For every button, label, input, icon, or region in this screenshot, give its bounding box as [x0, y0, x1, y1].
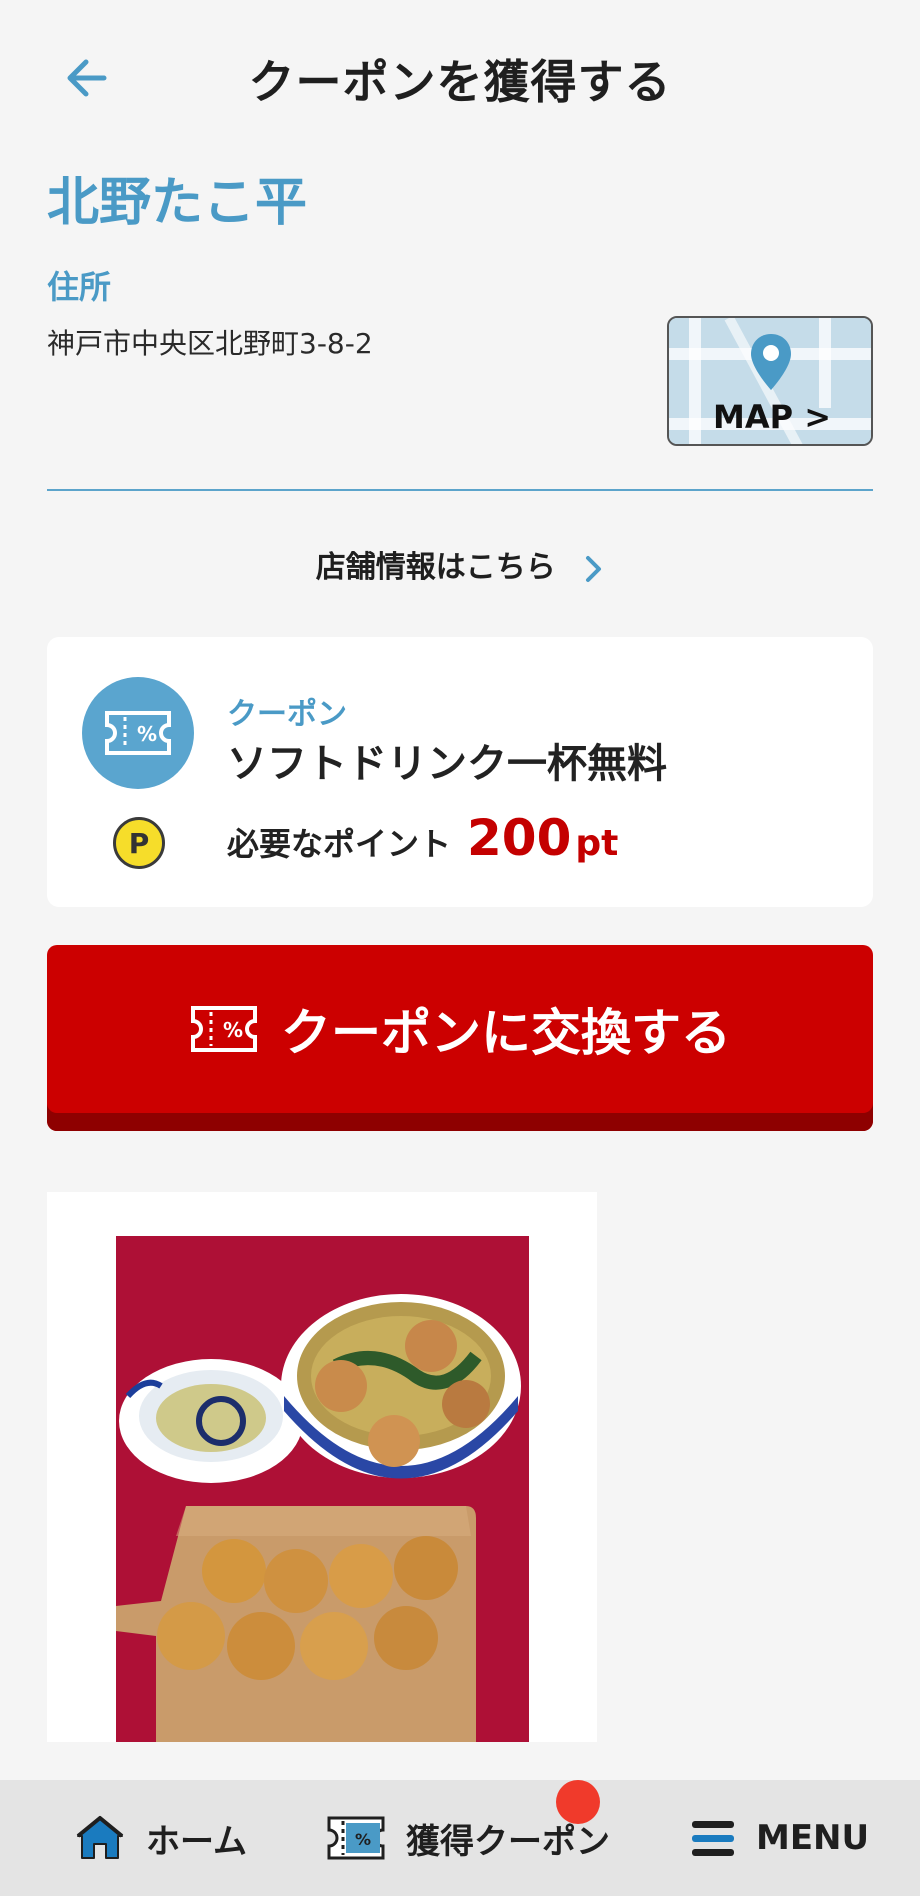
required-points: 必要なポイント 200 pt — [227, 809, 618, 867]
exchange-button-label: クーポンに交換する — [281, 1004, 731, 1062]
store-info-link[interactable]: 店舗情報はこちら — [0, 542, 920, 586]
chevron-right-icon — [586, 555, 602, 582]
coupon-ticket-icon: % — [327, 1816, 385, 1860]
hamburger-icon — [692, 1821, 734, 1856]
coupon-name: ソフトドリンク一杯無料 — [227, 741, 667, 787]
coupon-ticket-icon: % — [191, 1006, 257, 1052]
coupon-type-label: クーポン — [227, 697, 347, 732]
map-pin-icon — [751, 334, 791, 390]
point-unit: pt — [575, 823, 619, 864]
coupon-card: % クーポン ソフトドリンク一杯無料 P 必要なポイント 200 pt — [47, 637, 873, 907]
notification-badge — [556, 1780, 600, 1824]
store-info-label: 店舗情報はこちら — [315, 550, 556, 585]
divider — [47, 489, 873, 491]
address-label: 住所 — [47, 268, 112, 306]
tab-home-label: ホーム — [146, 1821, 247, 1862]
tab-home[interactable]: ホーム — [74, 1780, 247, 1896]
store-name: 北野たこ平 — [47, 173, 308, 233]
exchange-coupon-button[interactable]: % クーポンに交換する — [47, 945, 873, 1131]
store-photo — [116, 1236, 529, 1742]
takoyaki-photo-image — [116, 1236, 529, 1742]
svg-text:%: % — [137, 722, 157, 746]
address-value: 神戸市中央区北野町3-8-2 — [47, 327, 373, 360]
map-label: MAP > — [712, 398, 831, 436]
svg-text:%: % — [223, 1018, 243, 1042]
page-title: クーポンを獲得する — [248, 55, 672, 109]
tab-menu-label: MENU — [756, 1818, 870, 1858]
store-photo-frame — [47, 1192, 597, 1742]
tab-menu[interactable]: MENU — [690, 1780, 869, 1896]
coupon-icon-badge: % — [82, 677, 194, 789]
coupon-ticket-icon: % — [105, 711, 171, 755]
header: クーポンを獲得する — [0, 0, 920, 150]
point-coin-icon: P — [113, 817, 165, 869]
home-icon — [76, 1816, 124, 1859]
point-value: 200 — [467, 809, 572, 867]
bottom-tab-bar: ホーム % 獲得クーポン MENU — [0, 1780, 920, 1896]
point-label: 必要なポイント — [227, 825, 452, 863]
svg-text:%: % — [355, 1830, 371, 1849]
map-button[interactable]: MAP > — [667, 316, 873, 446]
